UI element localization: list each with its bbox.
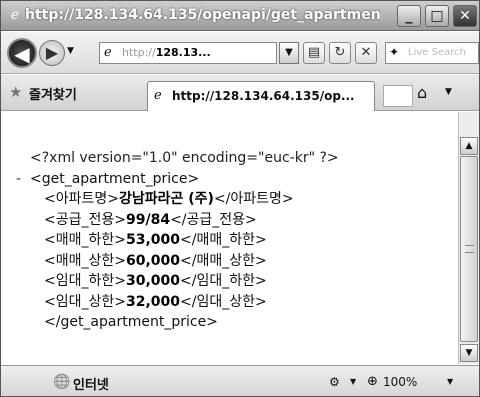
- address-prefix: http://: [122, 46, 156, 59]
- xml-value: 강남파라곤 (주): [118, 191, 214, 207]
- collapse-toggle[interactable]: -: [16, 169, 30, 190]
- vertical-scrollbar[interactable]: ▲ ▼: [458, 112, 479, 364]
- navigation-bar: ◀ ▶ ▼ ℯ http://128.13... ▼ ▤ ↻ ✕ ✦ Live …: [1, 32, 479, 74]
- close-button[interactable]: ✕: [453, 5, 477, 27]
- search-placeholder: Live Search: [408, 47, 466, 58]
- ie-page-icon: ℯ: [104, 45, 112, 60]
- window-title: http://128.134.64.135/openapi/get_apartm…: [25, 7, 380, 23]
- refresh-icon[interactable]: ↻: [329, 42, 351, 64]
- address-bar[interactable]: ℯ http://128.13...: [99, 42, 277, 64]
- protected-mode-icon[interactable]: ⚙: [329, 375, 340, 389]
- xml-element-line: <매매_상한>60,000</매매_상한>: [30, 251, 458, 272]
- zoom-level[interactable]: 100%: [383, 375, 417, 389]
- scroll-thumb[interactable]: [460, 156, 478, 342]
- tab-bar: ★ 즐겨찾기 ℯ http://128.134.64.135/op... ⌂ ▼: [1, 75, 479, 111]
- ie-page-icon: ℯ: [10, 7, 20, 23]
- xml-value: 99/84: [125, 211, 171, 228]
- history-dropdown-icon[interactable]: ▼: [67, 46, 74, 56]
- tab-title: http://128.134.64.135/op...: [172, 89, 355, 103]
- xml-root-open-tag: <get_apartment_price>: [30, 170, 200, 187]
- xml-value: 53,000: [125, 232, 181, 248]
- xml-open-tag: <임대_하한>: [44, 273, 126, 289]
- globe-icon: 🌐: [53, 374, 71, 390]
- security-zone-label: 인터넷: [73, 378, 109, 393]
- xml-element-line: <임대_상한>32,000</임대_상한>: [30, 292, 458, 313]
- address-dropdown-button[interactable]: ▼: [279, 42, 299, 64]
- address-text: http://128.13...: [122, 46, 211, 59]
- minimize-button[interactable]: _: [397, 5, 421, 27]
- xml-value: 32,000: [125, 293, 181, 310]
- xml-element-line: <아파트명>강남파라곤 (주)</아파트명>: [30, 189, 458, 210]
- xml-element-line: <매매_하한>53,000</매매_하한>: [30, 230, 458, 251]
- zoom-dropdown-icon[interactable]: ▼: [447, 377, 453, 386]
- stop-icon[interactable]: ✕: [355, 42, 377, 64]
- title-bar: ℯ http://128.134.64.135/openapi/get_apar…: [1, 1, 479, 31]
- xml-close-tag: </매매_상한>: [180, 252, 267, 269]
- scroll-up-button[interactable]: ▲: [460, 137, 478, 155]
- live-search-icon: ✦: [389, 45, 400, 59]
- favorites-button[interactable]: 즐겨찾기: [29, 84, 77, 103]
- xml-close-tag: </임대_상한>: [180, 293, 267, 310]
- xml-value: 30,000: [125, 273, 181, 289]
- address-host: 128.13...: [155, 46, 211, 59]
- xml-tree: <?xml version="1.0" encoding="euc-kr" ?>…: [16, 148, 458, 333]
- status-bar: 🌐 인터넷 ⚙ ▼ ⊕ 100% ▼: [1, 365, 479, 396]
- zoom-icon[interactable]: ⊕: [367, 374, 378, 389]
- xml-open-tag: <임대_상한>: [44, 293, 126, 310]
- xml-open-tag: <공급_전용>: [44, 211, 126, 228]
- xml-open-tag: <매매_상한>: [44, 252, 126, 269]
- xml-elements: <아파트명>강남파라곤 (주)</아파트명> <공급_전용>99/84</공급_전…: [30, 189, 458, 312]
- ie-page-icon: ℯ: [154, 88, 162, 103]
- xml-root-open-line: - <get_apartment_price>: [16, 169, 458, 190]
- compatibility-view-icon[interactable]: ▤: [303, 42, 325, 64]
- back-button[interactable]: ◀: [7, 38, 37, 68]
- favorites-star-icon[interactable]: ★: [9, 83, 22, 101]
- browser-window: ℯ http://128.134.64.135/openapi/get_apar…: [0, 0, 480, 397]
- xml-open-tag: <아파트명>: [44, 191, 119, 207]
- search-box[interactable]: ✦ Live Search: [385, 42, 479, 64]
- scroll-grip-icon: [465, 245, 474, 253]
- home-dropdown-icon[interactable]: ▼: [445, 87, 452, 97]
- xml-content: <?xml version="1.0" encoding="euc-kr" ?>…: [2, 112, 458, 364]
- xml-value: 60,000: [125, 252, 181, 269]
- xml-declaration: <?xml version="1.0" encoding="euc-kr" ?>: [30, 150, 339, 166]
- protected-mode-dropdown-icon[interactable]: ▼: [350, 377, 356, 386]
- xml-close-tag: </매매_하한>: [180, 232, 267, 248]
- xml-root-close-line: </get_apartment_price>: [30, 312, 458, 333]
- xml-root-close-tag: </get_apartment_price>: [44, 314, 218, 330]
- xml-open-tag: <매매_하한>: [44, 232, 126, 248]
- xml-close-tag: </아파트명>: [213, 191, 294, 207]
- xml-element-line: <임대_하한>30,000</임대_하한>: [30, 271, 458, 292]
- xml-element-line: <공급_전용>99/84</공급_전용>: [30, 210, 458, 231]
- tab-active[interactable]: ℯ http://128.134.64.135/op...: [147, 81, 375, 111]
- home-icon[interactable]: ⌂: [417, 83, 427, 102]
- scroll-down-button[interactable]: ▼: [460, 344, 478, 362]
- forward-button[interactable]: ▶: [39, 40, 65, 66]
- new-tab-button[interactable]: [383, 85, 413, 107]
- xml-close-tag: </임대_하한>: [180, 273, 267, 289]
- xml-close-tag: </공급_전용>: [170, 211, 257, 228]
- maximize-button[interactable]: □: [425, 5, 449, 27]
